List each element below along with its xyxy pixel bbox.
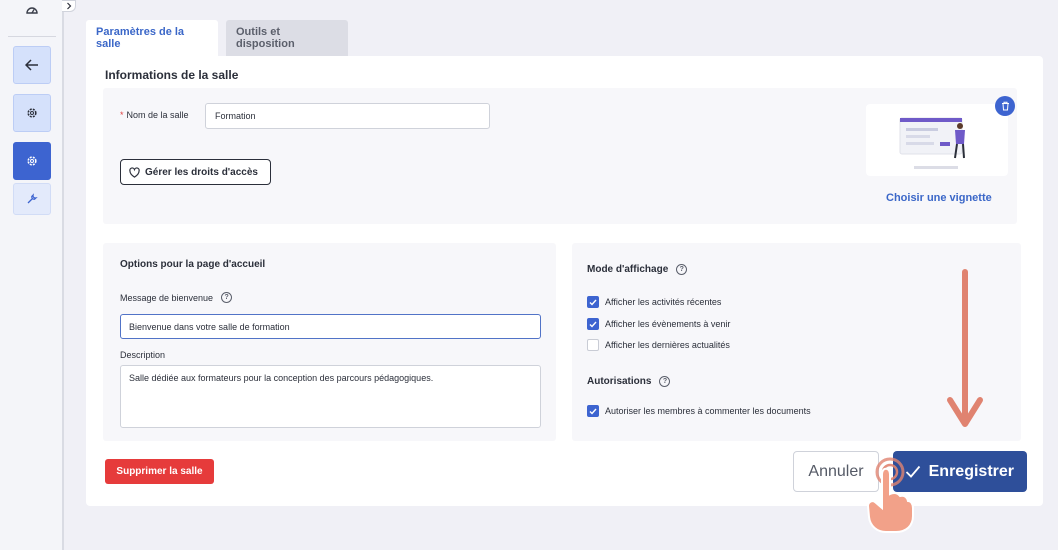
cancel-button[interactable]: Annuler <box>793 451 879 492</box>
room-name-label-text: Nom de la salle <box>126 110 189 120</box>
help-icon[interactable]: ? <box>221 292 233 303</box>
delete-room-button[interactable]: Supprimer la salle <box>105 459 214 484</box>
room-name-input[interactable] <box>205 103 490 129</box>
arrow-left-icon <box>25 59 38 71</box>
tools-button[interactable] <box>13 183 51 215</box>
checkbox-recent-activities[interactable]: Afficher les activités récentes <box>587 296 721 308</box>
room-name-label: * Nom de la salle <box>120 110 189 120</box>
room-settings-button[interactable] <box>13 142 51 180</box>
settings-button[interactable] <box>13 94 51 132</box>
welcome-message-label: Message de bienvenue ? <box>120 292 233 303</box>
checkbox-latest-news[interactable]: Afficher les dernières actualités <box>587 339 730 351</box>
info-title: Informations de la salle <box>105 68 239 82</box>
manage-access-label: Gérer les droits d'accès <box>145 166 258 178</box>
help-icon[interactable]: ? <box>676 264 688 275</box>
gear-icon <box>27 108 37 118</box>
checkbox-label: Afficher les dernières actualités <box>605 340 730 350</box>
trash-icon <box>1001 101 1009 111</box>
welcome-message-input[interactable] <box>120 314 541 339</box>
manage-access-button[interactable]: Gérer les droits d'accès <box>120 159 271 185</box>
checkbox-allow-comments[interactable]: Autoriser les membres à commenter les do… <box>587 405 811 417</box>
check-icon <box>589 299 597 306</box>
room-thumbnail <box>866 104 1008 176</box>
dashboard-icon[interactable] <box>21 2 43 18</box>
check-icon <box>905 465 920 478</box>
checkbox-label: Afficher les évènements à venir <box>605 319 731 329</box>
sidebar <box>0 0 64 550</box>
checkbox-checked[interactable] <box>587 296 599 308</box>
description-textarea[interactable]: Salle dédiée aux formateurs pour la conc… <box>120 365 541 428</box>
chevron-right-icon <box>66 2 71 10</box>
check-icon <box>589 321 597 328</box>
tab-tools-layout[interactable]: Outils et disposition <box>226 20 348 56</box>
sidebar-divider <box>8 36 56 37</box>
back-button[interactable] <box>13 46 51 84</box>
wrench-icon <box>27 193 38 204</box>
tab-room-settings[interactable]: Paramètres de la salle <box>86 20 218 56</box>
welcome-message-label-text: Message de bienvenue <box>120 292 214 303</box>
gear-icon <box>27 156 37 166</box>
save-button[interactable]: Enregistrer <box>893 451 1027 492</box>
shield-icon <box>129 166 140 178</box>
delete-thumbnail-button[interactable] <box>995 96 1015 116</box>
checkbox-label: Afficher les activités récentes <box>605 297 722 307</box>
help-icon[interactable]: ? <box>659 376 671 387</box>
display-mode-title: Mode d'affichage ? <box>587 264 688 275</box>
tab-bar: Paramètres de la salle Outils et disposi… <box>86 20 348 56</box>
save-button-label: Enregistrer <box>928 462 1014 480</box>
checkbox-checked[interactable] <box>587 405 599 417</box>
checkbox-upcoming-events[interactable]: Afficher les évènements à venir <box>587 318 730 330</box>
check-icon <box>589 408 597 415</box>
permissions-title: Autorisations ? <box>587 376 671 387</box>
description-label: Description <box>120 350 166 360</box>
checkbox-unchecked[interactable] <box>587 339 599 351</box>
permissions-title-text: Autorisations <box>587 376 652 387</box>
checkbox-checked[interactable] <box>587 318 599 330</box>
display-mode-title-text: Mode d'affichage <box>587 264 669 275</box>
home-options-title: Options pour la page d'accueil <box>120 259 266 270</box>
choose-thumbnail-link[interactable]: Choisir une vignette <box>886 192 992 204</box>
required-mark: * <box>120 110 124 120</box>
sidebar-toggle[interactable] <box>62 0 76 12</box>
checkbox-label: Autoriser les membres à commenter les do… <box>605 406 811 416</box>
